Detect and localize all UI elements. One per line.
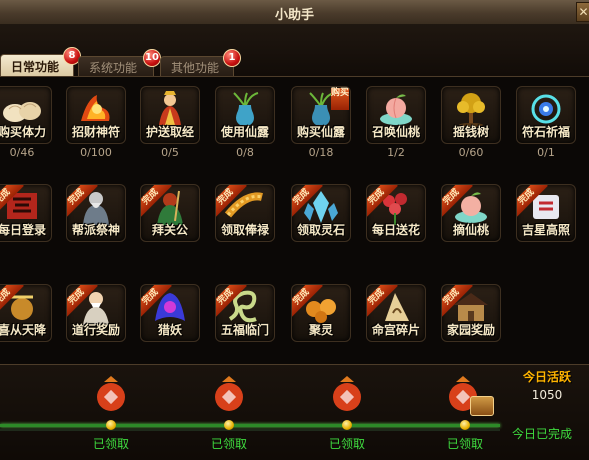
money-tree-icon <box>457 93 485 127</box>
fire-talisman-icon <box>81 95 110 121</box>
tile-count: 0/100 <box>80 146 112 159</box>
activity-progress-track <box>0 424 500 427</box>
tile-summon-peach[interactable]: 召唤仙桃 <box>366 86 426 144</box>
tile-collect-salary[interactable]: 完成 领取俸禄 <box>215 184 275 242</box>
tile-label: 拜关公 <box>151 223 188 237</box>
window-title: 小助手 <box>274 8 314 23</box>
tile-label: 购买体力 <box>0 125 46 139</box>
tile-label: 摘仙桃 <box>452 223 489 237</box>
tile-use-dew[interactable]: 使用仙露 <box>215 86 275 144</box>
tile-guild-worship[interactable]: 完成 帮派祭神 <box>66 184 126 242</box>
tile-count: 0/46 <box>9 146 35 159</box>
tile-worship-guan-gong[interactable]: 完成 拜关公 <box>140 184 200 242</box>
tile-daily-flower[interactable]: 完成 每日送花 <box>366 184 426 242</box>
dew-vase-icon <box>233 92 259 125</box>
tile-label: 家园奖励 <box>446 323 495 337</box>
tile-count: 0/5 <box>161 146 179 159</box>
tile-label: 命宫碎片 <box>371 323 420 337</box>
tile-count: 0/1 <box>537 146 555 159</box>
reward-claimed-label: 已领取 <box>210 437 247 451</box>
tab-system-label: 系统功能 <box>89 61 138 75</box>
monk-escort-icon <box>159 91 181 125</box>
tile-label: 摇钱树 <box>452 125 489 139</box>
tile-label: 道行奖励 <box>71 323 120 337</box>
close-icon: ✕ <box>578 5 589 19</box>
reward-bag-icon[interactable] <box>328 374 366 412</box>
tile-fortune-talisman[interactable]: 招财神符 <box>66 86 126 144</box>
tile-label: 每日登录 <box>0 223 46 237</box>
tile-count: 1/2 <box>387 146 405 159</box>
milestone-dot <box>460 420 470 430</box>
tile-label: 护送取经 <box>145 125 194 139</box>
buy-tag: 购买 <box>331 88 349 110</box>
tile-label: 聚灵 <box>308 323 333 337</box>
rune-stone-icon <box>531 94 561 124</box>
tile-escort-pilgrimage[interactable]: 护送取经 <box>140 86 200 144</box>
milestone-dot <box>342 420 352 430</box>
tile-label: 符石祈福 <box>521 125 570 139</box>
reward-claimed-label: 已领取 <box>92 437 129 451</box>
activity-status: 今日已完成 <box>511 427 572 441</box>
tile-label: 招财神符 <box>71 125 120 139</box>
tile-pick-peach[interactable]: 完成 摘仙桃 <box>441 184 501 242</box>
tile-taoist-reward[interactable]: 完成 道行奖励 <box>66 284 126 342</box>
tile-gather-spirit[interactable]: 完成 聚灵 <box>291 284 351 342</box>
tile-five-blessings[interactable]: 完成 五福临门 <box>215 284 275 342</box>
tile-label: 领取俸禄 <box>220 223 269 237</box>
tile-label: 每日送花 <box>371 223 420 237</box>
peach-bowl-icon <box>380 94 412 125</box>
tab-daily-label: 日常功能 <box>11 60 60 74</box>
tile-label: 购买仙露 <box>296 125 345 139</box>
tile-buy-stamina[interactable]: 购买体力 <box>0 86 52 144</box>
tile-label: 猎妖 <box>157 323 182 337</box>
tile-label: 帮派祭神 <box>71 223 120 237</box>
activity-title: 今日活跃 <box>522 370 571 384</box>
tile-collect-spirit-stone[interactable]: 完成 领取灵石 <box>291 184 351 242</box>
tile-count: 0/60 <box>458 146 484 159</box>
tile-home-reward[interactable]: 完成 家园奖励 <box>441 284 501 342</box>
tile-label: 喜从天降 <box>0 323 46 337</box>
reward-claimed-label: 已领取 <box>446 437 483 451</box>
tile-daily-login[interactable]: 完成 每日登录 <box>0 184 52 242</box>
tile-count: 0/18 <box>308 146 334 159</box>
tile-lucky-star[interactable]: 完成 吉星高照 <box>516 184 576 242</box>
tab-other-badge: 1 <box>223 49 241 67</box>
tile-label: 领取灵石 <box>296 223 345 237</box>
tile-money-tree[interactable]: 摇钱树 <box>441 86 501 144</box>
tile-label: 召唤仙桃 <box>371 125 420 139</box>
tile-label: 吉星高照 <box>521 223 570 237</box>
close-button[interactable]: ✕ <box>576 2 589 22</box>
tile-label: 使用仙露 <box>220 125 269 139</box>
tab-system-badge: 10 <box>143 49 161 67</box>
tile-label: 五福临门 <box>220 323 269 337</box>
treasure-box-icon <box>470 396 494 416</box>
reward-bag-icon[interactable] <box>92 374 130 412</box>
milestone-dot <box>106 420 116 430</box>
title-bar: 小助手 ✕ <box>0 0 589 25</box>
reward-claimed-label: 已领取 <box>328 437 365 451</box>
steamed-buns-icon <box>3 102 41 122</box>
tile-count: 0/8 <box>236 146 254 159</box>
reward-bag-icon[interactable] <box>210 374 248 412</box>
tab-strip: 日常功能 8 系统功能 10 其他功能 1 <box>0 24 589 79</box>
tab-other-label: 其他功能 <box>171 61 220 75</box>
activity-value: 1050 <box>531 388 563 402</box>
tile-demon-hunt[interactable]: 完成 猎妖 <box>140 284 200 342</box>
milestone-dot <box>224 420 234 430</box>
tile-fate-fragment[interactable]: 完成 命宫碎片 <box>366 284 426 342</box>
tile-joy-from-heaven[interactable]: 完成 喜从天降 <box>0 284 52 342</box>
tile-rune-blessing[interactable]: 符石祈福 <box>516 86 576 144</box>
tile-buy-dew[interactable]: 购买 购买仙露 <box>291 86 351 144</box>
